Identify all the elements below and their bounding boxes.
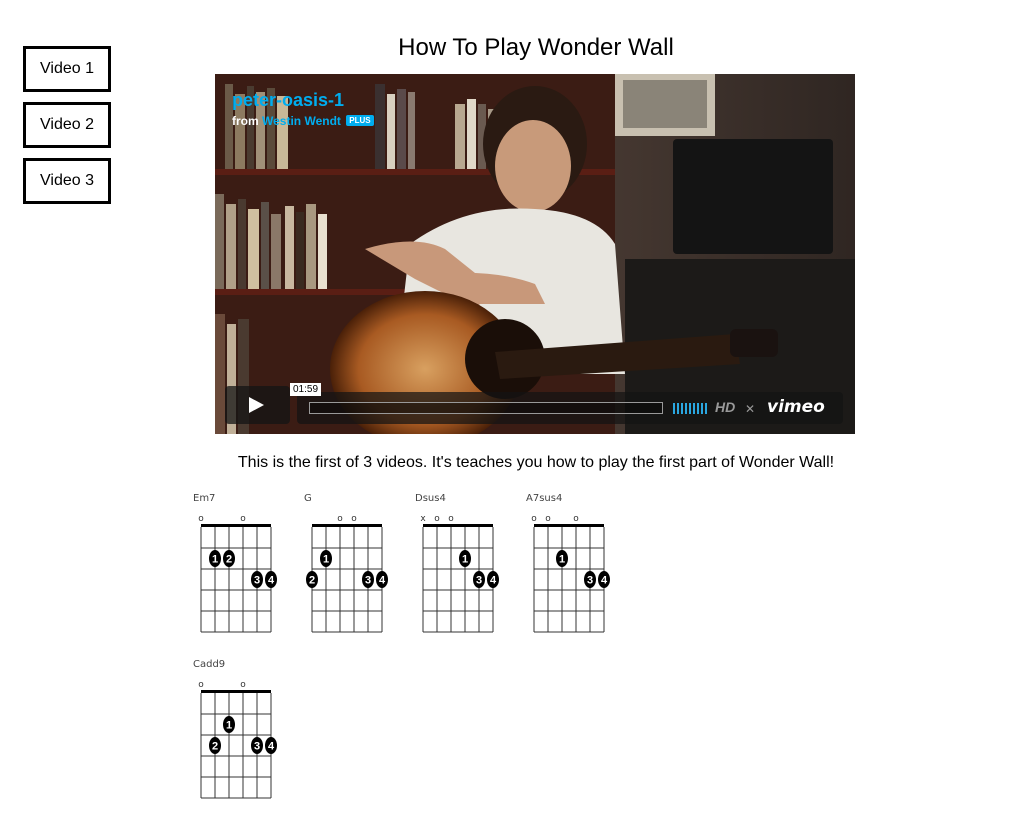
controls-bar: HD ✕ vimeo bbox=[297, 392, 843, 424]
chord-nut bbox=[423, 524, 493, 527]
finger-number: 1 bbox=[226, 720, 232, 732]
open-marker: o bbox=[351, 514, 357, 524]
chord-nut bbox=[534, 524, 604, 527]
open-marker: o bbox=[434, 514, 440, 524]
chord-name: Em7 bbox=[193, 493, 216, 504]
video-description: This is the first of 3 videos. It's teac… bbox=[237, 454, 835, 471]
finger-number: 2 bbox=[212, 741, 218, 753]
video-info: peter-oasis-1 from Westin Wendt PLUS bbox=[232, 88, 374, 128]
chord-grid: o o 12 34 bbox=[198, 514, 277, 633]
finger-number: 4 bbox=[268, 741, 275, 753]
chord-nut bbox=[312, 524, 382, 527]
chord-name: A7sus4 bbox=[526, 493, 563, 504]
finger-number: 1 bbox=[462, 554, 468, 566]
open-marker: o bbox=[198, 680, 204, 690]
finger-number: 3 bbox=[254, 575, 260, 587]
finger-number: 3 bbox=[476, 575, 482, 587]
open-marker: o bbox=[198, 514, 204, 524]
play-button[interactable] bbox=[225, 386, 290, 424]
video-title[interactable]: peter-oasis-1 bbox=[232, 88, 374, 112]
chord-grid: x o o13 4 bbox=[420, 514, 499, 633]
finger-number: 1 bbox=[212, 554, 218, 566]
volume-icon[interactable] bbox=[673, 403, 707, 414]
video-2-button[interactable]: Video 2 bbox=[23, 102, 111, 148]
vimeo-logo[interactable]: vimeo bbox=[767, 397, 825, 417]
finger-number: 2 bbox=[309, 575, 315, 587]
finger-number: 3 bbox=[365, 575, 371, 587]
video-2-label: Video 2 bbox=[40, 116, 94, 133]
video-3-button[interactable]: Video 3 bbox=[23, 158, 111, 204]
fullscreen-icon[interactable]: ✕ bbox=[745, 402, 755, 416]
chord-diagram-g: oo 12 34 G bbox=[304, 493, 399, 643]
chord-grid: o o o13 4 bbox=[531, 514, 610, 633]
chord-name: G bbox=[304, 493, 312, 504]
finger-number: 1 bbox=[323, 554, 329, 566]
finger-number: 3 bbox=[587, 575, 593, 587]
page-title: How To Play Wonder Wall bbox=[398, 34, 674, 61]
play-icon bbox=[249, 397, 264, 413]
progress-bar[interactable] bbox=[309, 402, 663, 414]
video-player[interactable]: peter-oasis-1 from Westin Wendt PLUS HD … bbox=[215, 74, 855, 434]
finger-number: 4 bbox=[601, 575, 608, 587]
chord-diagram-cadd9: o o 12 34 Cadd9 bbox=[193, 659, 288, 809]
open-marker: o bbox=[531, 514, 537, 524]
chord-name: Dsus4 bbox=[415, 493, 446, 504]
from-label: from bbox=[232, 114, 259, 128]
chord-diagram-em7: o o 12 34 Em7 bbox=[193, 493, 288, 643]
chord-nut bbox=[201, 524, 271, 527]
video-frame bbox=[215, 74, 855, 434]
video-byline: from Westin Wendt PLUS bbox=[232, 114, 374, 128]
chord-grid: oo 12 34 bbox=[306, 514, 388, 633]
open-marker: o bbox=[240, 680, 246, 690]
hd-toggle[interactable]: HD bbox=[715, 399, 735, 415]
time-tooltip: 01:59 bbox=[290, 383, 322, 396]
finger-number: 3 bbox=[254, 741, 260, 753]
video-3-label: Video 3 bbox=[40, 172, 94, 189]
finger-number: 1 bbox=[559, 554, 565, 566]
finger-number: 2 bbox=[226, 554, 232, 566]
muted-marker: x bbox=[420, 514, 426, 524]
open-marker: o bbox=[573, 514, 579, 524]
open-marker: o bbox=[448, 514, 454, 524]
chord-grid: o o 12 34 bbox=[198, 680, 277, 799]
chord-diagram-dsus4: xoo134 Dsus4 bbox=[415, 493, 510, 643]
finger-number: 4 bbox=[268, 575, 275, 587]
plus-badge: PLUS bbox=[346, 115, 374, 126]
video-1-label: Video 1 bbox=[40, 60, 94, 77]
finger-number: 4 bbox=[379, 575, 386, 587]
open-marker: o bbox=[545, 514, 551, 524]
open-marker: o bbox=[240, 514, 246, 524]
author-link[interactable]: Westin Wendt bbox=[262, 114, 341, 128]
open-marker: o bbox=[337, 514, 343, 524]
finger-number: 4 bbox=[490, 575, 497, 587]
chord-nut bbox=[201, 690, 271, 693]
chord-name: Cadd9 bbox=[193, 659, 226, 670]
chord-diagram-a7sus4: ooo134 A7sus4 bbox=[526, 493, 621, 643]
